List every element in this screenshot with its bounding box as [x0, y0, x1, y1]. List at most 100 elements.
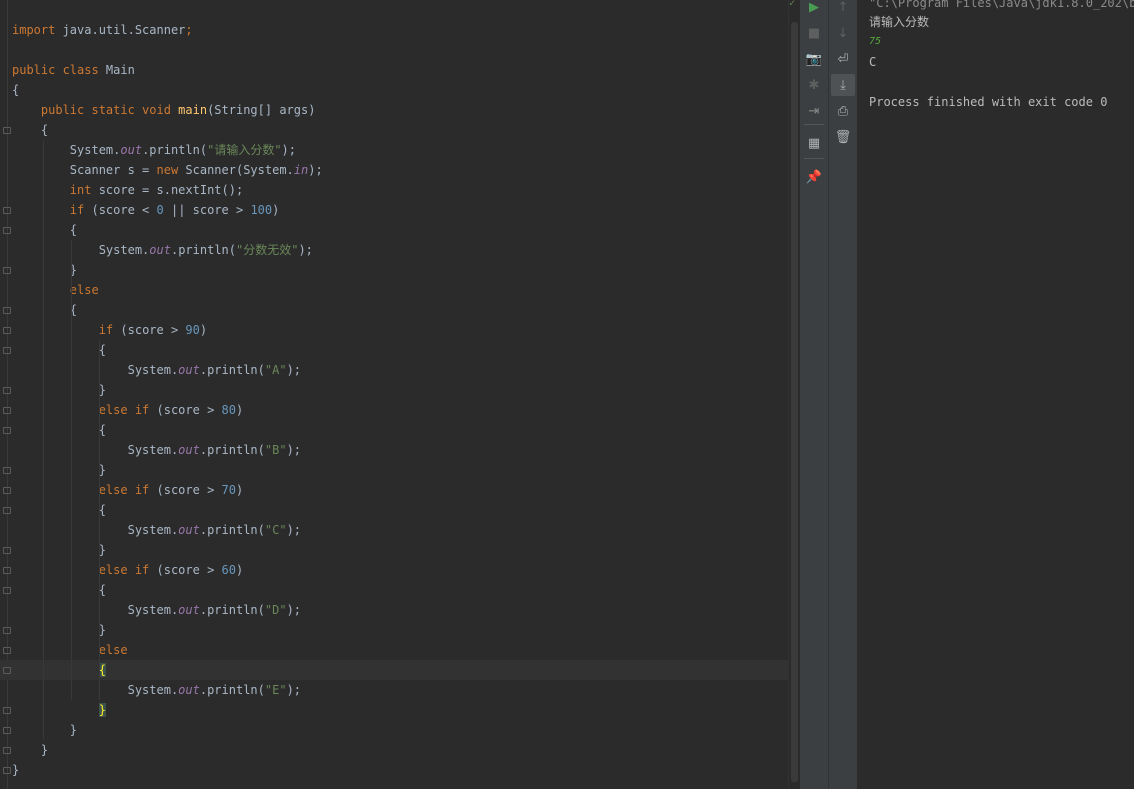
fold-marker-icon[interactable] — [3, 767, 11, 774]
code-line[interactable]: { — [0, 220, 788, 240]
fold-marker-icon[interactable] — [3, 427, 11, 434]
fold-marker-icon[interactable] — [3, 387, 11, 394]
dump-threads-button[interactable]: 📷 — [802, 48, 826, 70]
code-line[interactable]: System.out.println("请输入分数"); — [0, 140, 788, 160]
debug-button[interactable]: ✱ — [802, 74, 826, 96]
previous-occurrence-button[interactable]: ↑ — [831, 0, 855, 18]
rerun-button[interactable]: ▶ — [802, 0, 826, 18]
code-line[interactable]: public class Main — [0, 60, 788, 80]
code-line[interactable]: } — [0, 760, 788, 780]
code-line[interactable]: { — [0, 80, 788, 100]
exit-button[interactable]: ⇥ — [802, 100, 826, 122]
code-editor[interactable]: import java.util.Scanner; public class Ma… — [0, 0, 788, 789]
code-line[interactable]: if (score > 90) — [0, 320, 788, 340]
fold-marker-icon[interactable] — [3, 647, 11, 654]
layout-button[interactable]: ▦ — [802, 132, 826, 154]
scroll-to-end-icon: ⤓ — [840, 77, 846, 93]
code-line[interactable]: { — [0, 660, 788, 680]
fold-marker-icon[interactable] — [3, 227, 11, 234]
code-token: { — [12, 503, 106, 517]
fold-marker-icon[interactable] — [3, 627, 11, 634]
code-token: 70 — [221, 483, 236, 497]
code-line[interactable]: public static void main(String[] args) — [0, 100, 788, 120]
code-line[interactable]: else if (score > 60) — [0, 560, 788, 580]
code-token: out — [178, 603, 200, 617]
code-line[interactable]: else if (score > 70) — [0, 480, 788, 500]
next-occurrence-button[interactable]: ↓ — [831, 22, 855, 44]
code-line[interactable]: } — [0, 740, 788, 760]
fold-marker-icon[interactable] — [3, 487, 11, 494]
code-line[interactable]: } — [0, 620, 788, 640]
code-line-text: System.out.println("D"); — [12, 600, 301, 620]
fold-marker-icon[interactable] — [3, 307, 11, 314]
code-line[interactable]: } — [0, 460, 788, 480]
fold-marker-icon[interactable] — [3, 727, 11, 734]
code-line[interactable]: System.out.println("B"); — [0, 440, 788, 460]
fold-marker-icon[interactable] — [3, 407, 11, 414]
code-line[interactable]: System.out.println("D"); — [0, 600, 788, 620]
fold-marker-icon[interactable] — [3, 507, 11, 514]
code-token: 80 — [221, 403, 236, 417]
code-token: .println( — [199, 683, 265, 697]
fold-marker-icon[interactable] — [3, 567, 11, 574]
code-line[interactable]: import java.util.Scanner; — [0, 20, 788, 40]
code-token: ); — [286, 443, 302, 457]
soft-wrap-button[interactable]: ⏎ — [831, 48, 855, 70]
fold-marker-icon[interactable] — [3, 587, 11, 594]
fold-marker-icon[interactable] — [3, 747, 11, 754]
fold-marker-icon[interactable] — [3, 207, 11, 214]
run-console[interactable]: "C:\Program Files\Java\jdk1.8.0_202\bi 请… — [858, 0, 1134, 789]
fold-marker-icon[interactable] — [3, 347, 11, 354]
code-line[interactable]: int score = s.nextInt(); — [0, 180, 788, 200]
code-line[interactable]: } — [0, 260, 788, 280]
code-line[interactable]: { — [0, 120, 788, 140]
code-token: { — [12, 303, 78, 317]
code-line[interactable]: System.out.println("A"); — [0, 360, 788, 380]
code-line[interactable]: } — [0, 540, 788, 560]
code-line[interactable]: Scanner s = new Scanner(System.in); — [0, 160, 788, 180]
editor-scrollbar[interactable]: ✓ — [788, 0, 800, 789]
code-line[interactable]: { — [0, 340, 788, 360]
scrollbar-thumb[interactable] — [791, 22, 798, 782]
code-line[interactable]: { — [0, 580, 788, 600]
code-line[interactable]: System.out.println("E"); — [0, 680, 788, 700]
code-line[interactable]: System.out.println("C"); — [0, 520, 788, 540]
fold-marker-icon[interactable] — [3, 467, 11, 474]
fold-marker-icon[interactable] — [3, 327, 11, 334]
code-token: System. — [12, 523, 179, 537]
code-line-text: System.out.println("E"); — [12, 680, 301, 700]
code-token: ); — [298, 243, 313, 257]
code-line[interactable]: if (score < 0 || score > 100) — [0, 200, 788, 220]
code-line[interactable]: else — [0, 640, 788, 660]
stop-button[interactable]: ■ — [802, 22, 826, 44]
code-line[interactable] — [0, 40, 788, 60]
scroll-to-end-button[interactable]: ⤓ — [831, 74, 855, 96]
fold-marker-icon[interactable] — [3, 127, 11, 134]
code-token: System. — [12, 683, 179, 697]
print-button[interactable]: ⎙ — [831, 100, 855, 122]
code-line[interactable]: { — [0, 420, 788, 440]
code-line-text: } — [12, 460, 106, 480]
code-line[interactable]: else — [0, 280, 788, 300]
pin-tab-button[interactable]: 📌 — [802, 166, 826, 188]
code-token: System. — [12, 363, 179, 377]
fold-marker-icon[interactable] — [3, 707, 11, 714]
code-token: Scanner(System. — [185, 163, 294, 177]
code-line[interactable]: { — [0, 500, 788, 520]
code-line[interactable]: { — [0, 300, 788, 320]
code-token: ) — [235, 483, 244, 497]
code-line[interactable]: else if (score > 80) — [0, 400, 788, 420]
code-token: { — [12, 343, 106, 357]
code-line[interactable]: System.out.println("分数无效"); — [0, 240, 788, 260]
code-line[interactable]: } — [0, 720, 788, 740]
code-line-text: System.out.println("请输入分数"); — [12, 140, 296, 160]
code-line[interactable]: } — [0, 380, 788, 400]
code-token: ) — [235, 563, 244, 577]
code-line-text: { — [12, 220, 77, 240]
code-line[interactable]: } — [0, 700, 788, 720]
clear-all-button[interactable]: 🗑 — [831, 126, 855, 148]
code-line-text: } — [12, 760, 19, 780]
fold-marker-icon[interactable] — [3, 547, 11, 554]
fold-marker-icon[interactable] — [3, 267, 11, 274]
fold-marker-icon[interactable] — [3, 667, 11, 674]
